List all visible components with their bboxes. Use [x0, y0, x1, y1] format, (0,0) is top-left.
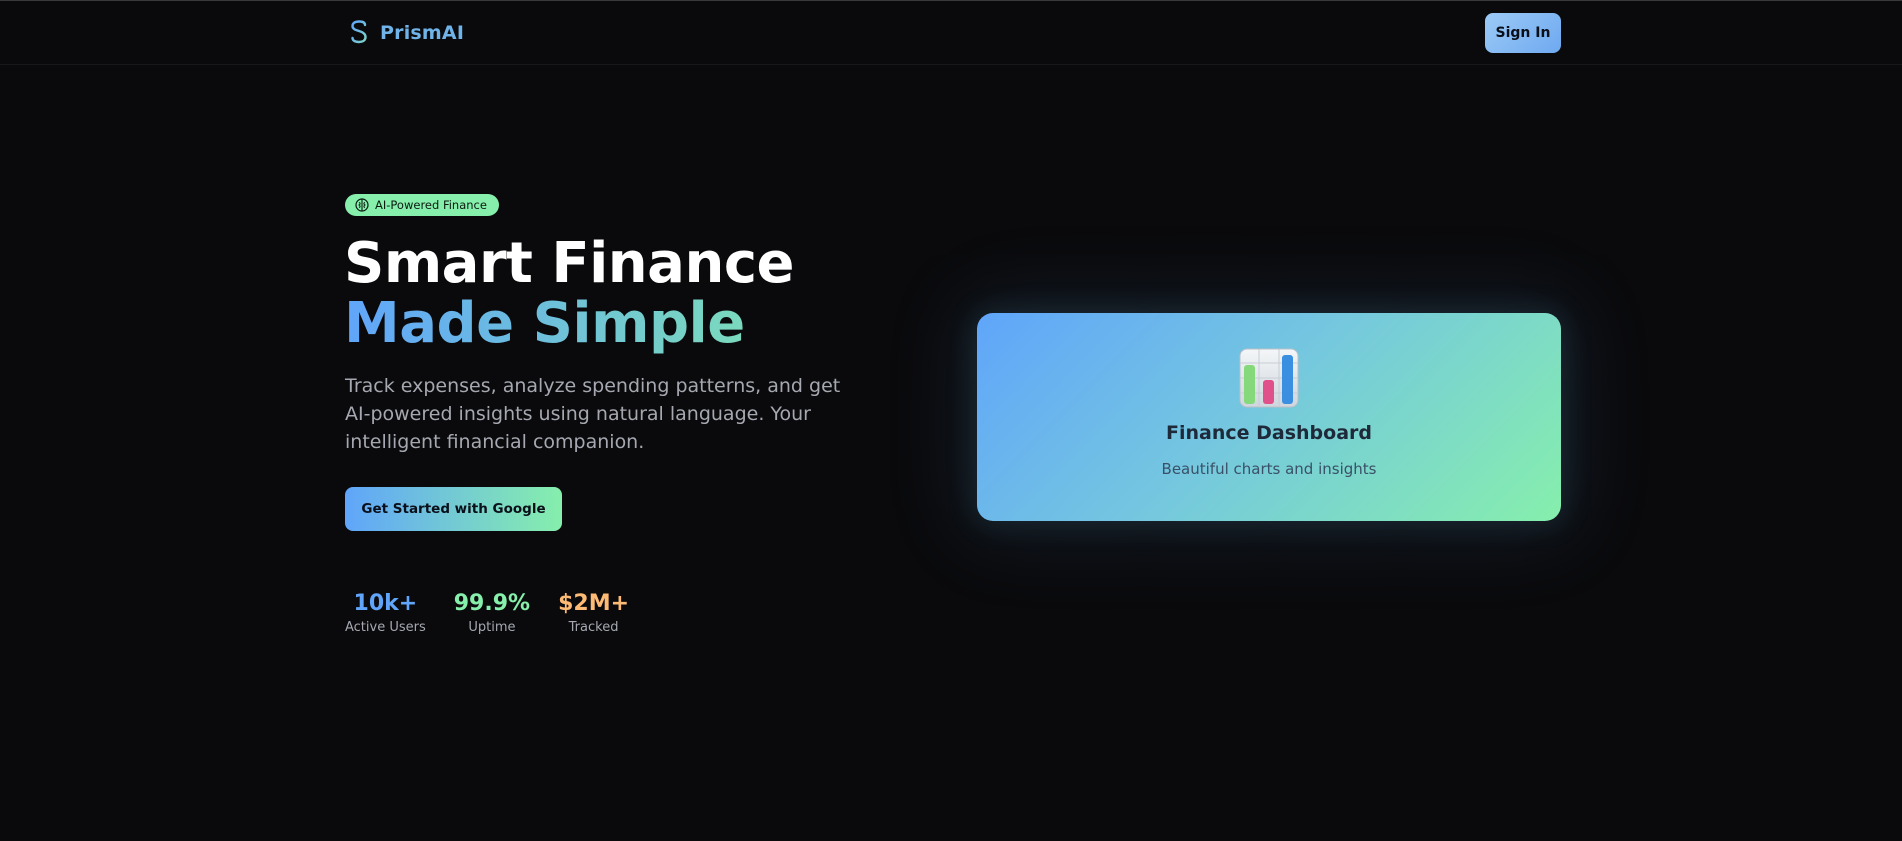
- brand-name: PrismAI: [380, 22, 465, 44]
- dashboard-preview-card: Finance Dashboard Beautiful charts and i…: [977, 313, 1561, 521]
- card-subtitle: Beautiful charts and insights: [1161, 460, 1377, 478]
- dollar-icon: [346, 15, 372, 51]
- stat-tracked: $2M+ Tracked: [558, 590, 629, 637]
- top-nav: PrismAI Sign In: [0, 1, 1902, 65]
- badge-label: AI-Powered Finance: [375, 198, 487, 212]
- stat-label: Tracked: [568, 620, 619, 635]
- hero-title-line2: Made Simple: [344, 294, 794, 354]
- bar-chart-icon: [1239, 348, 1299, 408]
- hero-description: Track expenses, analyze spending pattern…: [345, 375, 841, 453]
- stat-active-users: 10k+ Active Users: [345, 590, 426, 637]
- hero-title: Smart Finance Made Simple: [344, 231, 795, 354]
- feature-badge: AI-Powered Finance: [345, 194, 499, 216]
- stat-value: $2M+: [558, 591, 630, 616]
- stat-value: 99.9%: [453, 591, 531, 616]
- stat-uptime: 99.9% Uptime: [454, 590, 530, 637]
- stat-label: Active Users: [345, 620, 426, 635]
- brain-icon: [355, 198, 369, 212]
- google-sign-in-button[interactable]: Get Started with Google: [345, 487, 562, 531]
- stats-row: 10k+ Active Users 99.9% Uptime $2M+ Trac…: [345, 590, 629, 637]
- brand-logo[interactable]: PrismAI: [346, 15, 464, 51]
- stat-value: 10k+: [353, 591, 418, 616]
- card-title: Finance Dashboard: [1165, 422, 1372, 444]
- stat-label: Uptime: [468, 620, 516, 635]
- sign-in-button[interactable]: Sign In: [1485, 13, 1561, 53]
- hero-title-line1: Smart Finance: [344, 231, 795, 296]
